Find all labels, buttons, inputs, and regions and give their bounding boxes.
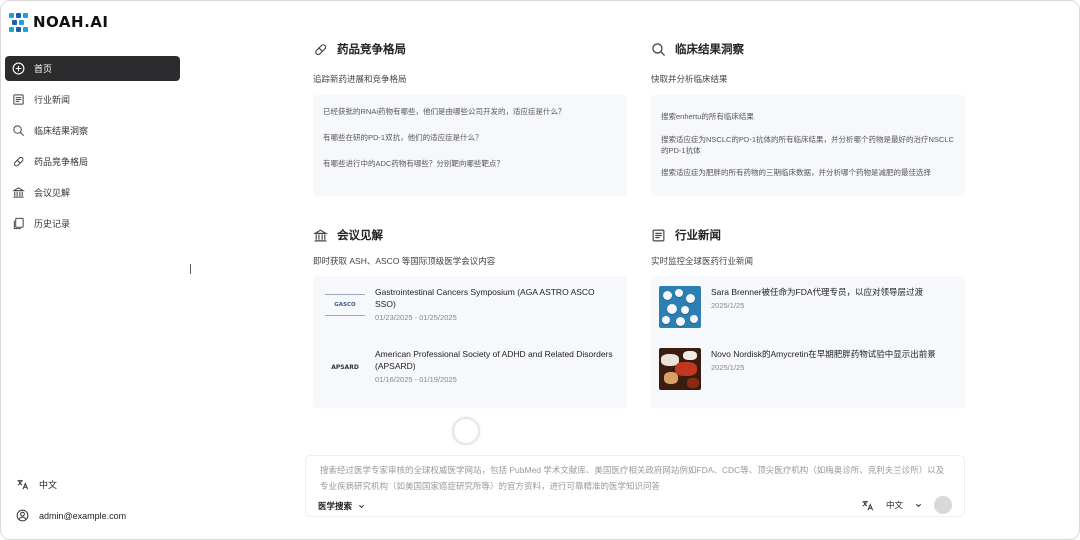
search-input[interactable]: 搜索经过医学专家审核的全球权威医学网站，包括 PubMed 学术文献库、美国医疗… (320, 462, 950, 494)
logo[interactable]: NOAH.AI (9, 12, 108, 32)
news-thumbnail (659, 286, 701, 328)
language-switcher[interactable]: 中文 (16, 478, 57, 491)
question-list: 已经获批的RNAi药物有哪些，他们是由哪些公司开发的，适应症是什么？ 有哪些在研… (313, 95, 627, 196)
sidebar-item-label: 临床结果洞察 (34, 126, 89, 136)
search-controls: 中文 (861, 496, 952, 514)
send-button[interactable] (934, 496, 952, 514)
sidebar-item-label: 首页 (34, 64, 53, 74)
news-title: Novo Nordisk的Amycretin在早期肥胖药物试验中显示出前景 (711, 349, 936, 359)
conference-card[interactable]: GASCO Gastrointestinal Cancers Symposium… (325, 282, 615, 340)
pill-icon (13, 156, 24, 167)
panel-header[interactable]: 临床结果洞察 (651, 39, 965, 59)
panel-subtitle: 追踪新药进展和竞争格局 (313, 74, 407, 84)
panel-subtitle: 实时监控全球医药行业新闻 (651, 256, 754, 266)
sidebar-item-clinical[interactable]: 临床结果洞察 (5, 118, 180, 143)
panel-subtitle: 即时获取 ASH、ASCO 等国际顶级医学会议内容 (313, 256, 496, 266)
conference-date: 01/23/2025 - 01/25/2025 (375, 313, 457, 322)
building-columns-icon (313, 228, 328, 241)
sidebar-item-home[interactable]: 首页 (5, 56, 180, 81)
conference-logo: GASCO (325, 294, 365, 316)
search-mode-dropdown[interactable]: 医学搜索 (318, 500, 365, 512)
conference-logo: APSARD (331, 363, 359, 371)
news-card[interactable]: Novo Nordisk的Amycretin在早期肥胖药物试验中显示出前景 20… (659, 344, 953, 402)
user-account[interactable]: admin@example.com (16, 509, 126, 522)
user-email: admin@example.com (39, 510, 127, 521)
search-box[interactable]: 搜索经过医学专家审核的全球权威医学网站，包括 PubMed 学术文献库、美国医疗… (305, 455, 965, 517)
brand-name: NOAH.AI (33, 13, 109, 31)
pill-icon (315, 43, 327, 55)
conference-title: Gastrointestinal Cancers Symposium (AGA … (375, 287, 595, 309)
suggested-question[interactable]: 搜索适应症为NSCLC的PD-1抗体的所有临床结果，并分析哪个药物是最好的治疗N… (661, 128, 955, 162)
conference-date: 01/16/2025 - 01/19/2025 (375, 375, 457, 384)
suggested-question[interactable]: 搜索适应症为肥胖的所有药物的三期临床数据，并分析哪个药物是减肥的最佳选择 (661, 162, 955, 184)
news-date: 2025/1/25 (711, 301, 745, 310)
conference-card[interactable]: APSARD American Professional Society of … (325, 344, 615, 402)
news-list: Sara Brenner被任命为FDA代理专员，以应对领导层过渡 2025/1/… (651, 276, 965, 408)
conference-title: American Professional Society of ADHD an… (375, 349, 613, 371)
conference-list: GASCO Gastrointestinal Cancers Symposium… (313, 276, 627, 408)
sidebar-item-label: 历史记录 (34, 219, 71, 229)
panel-header[interactable]: 行业新闻 (651, 225, 965, 245)
sidebar-item-label: 会议见解 (34, 188, 71, 198)
building-columns-icon (12, 187, 25, 198)
newspaper-icon (652, 229, 665, 241)
panel-title: 临床结果洞察 (675, 44, 744, 56)
panel-subtitle: 快取并分析临床结果 (651, 74, 728, 84)
news-card[interactable]: Sara Brenner被任命为FDA代理专员，以应对领导层过渡 2025/1/… (659, 282, 953, 340)
text-cursor (190, 264, 191, 274)
search-icon (13, 125, 24, 136)
logo-icon (9, 12, 28, 32)
translate-icon[interactable] (861, 499, 874, 512)
app-window: NOAH.AI 首页 行业新闻 临床结果洞察 药品竞争格局 会议见解 历史记录 … (0, 0, 1080, 540)
panel-header[interactable]: 药品竞争格局 (313, 39, 627, 59)
sidebar-item-label: 行业新闻 (34, 95, 71, 105)
suggested-question[interactable]: 已经获批的RNAi药物有哪些，他们是由哪些公司开发的，适应症是什么？ (323, 100, 617, 123)
chevron-down-icon (358, 504, 365, 508)
panel-clinical-insights: 临床结果洞察 快取并分析临床结果 搜索enhertu的所有临床结果 搜索适应症为… (651, 39, 965, 196)
chevron-down-icon (915, 503, 922, 507)
panel-conference-insights: 会议见解 即时获取 ASH、ASCO 等国际顶级医学会议内容 GASCO Gas… (313, 225, 627, 408)
sidebar-item-label: 药品竞争格局 (34, 157, 89, 167)
panel-title: 会议见解 (337, 230, 383, 242)
panel-drug-competition: 药品竞争格局 追踪新药进展和竞争格局 已经获批的RNAi药物有哪些，他们是由哪些… (313, 39, 627, 196)
news-date: 2025/1/25 (711, 363, 745, 372)
translate-icon (17, 479, 29, 490)
plus-circle-icon (12, 62, 25, 75)
sidebar-item-conference[interactable]: 会议见解 (5, 180, 180, 205)
suggested-question[interactable]: 搜索enhertu的所有临床结果 (661, 107, 955, 128)
search-icon (652, 42, 666, 56)
sidebar-item-drug[interactable]: 药品竞争格局 (5, 149, 180, 174)
search-language-dropdown[interactable]: 中文 (886, 499, 922, 511)
panel-title: 药品竞争格局 (337, 44, 406, 56)
panel-title: 行业新闻 (675, 230, 721, 242)
search-language-label: 中文 (885, 500, 903, 510)
question-list: 搜索enhertu的所有临床结果 搜索适应症为NSCLC的PD-1抗体的所有临床… (651, 95, 965, 196)
sidebar-nav: 首页 行业新闻 临床结果洞察 药品竞争格局 会议见解 历史记录 (5, 56, 180, 242)
suggested-question[interactable]: 有哪些进行中的ADC药物有哪些？分别靶向哪些靶点？ (323, 149, 617, 175)
panel-industry-news: 行业新闻 实时监控全球医药行业新闻 Sara Brenner被任命为FDA代理专… (651, 225, 965, 408)
loading-spinner (452, 417, 480, 445)
sidebar-item-news[interactable]: 行业新闻 (5, 87, 180, 112)
files-icon (13, 217, 24, 230)
news-thumbnail (659, 348, 701, 390)
sidebar: NOAH.AI 首页 行业新闻 临床结果洞察 药品竞争格局 会议见解 历史记录 … (1, 1, 189, 539)
newspaper-icon (13, 94, 24, 105)
language-label: 中文 (39, 480, 58, 490)
panel-header[interactable]: 会议见解 (313, 225, 627, 245)
search-mode-label: 医学搜索 (318, 501, 353, 511)
news-title: Sara Brenner被任命为FDA代理专员，以应对领导层过渡 (711, 287, 924, 297)
sidebar-item-history[interactable]: 历史记录 (5, 211, 180, 236)
suggested-question[interactable]: 有哪些在研的PD-1双抗，他们的适应症是什么？ (323, 123, 617, 149)
user-icon (16, 509, 29, 522)
